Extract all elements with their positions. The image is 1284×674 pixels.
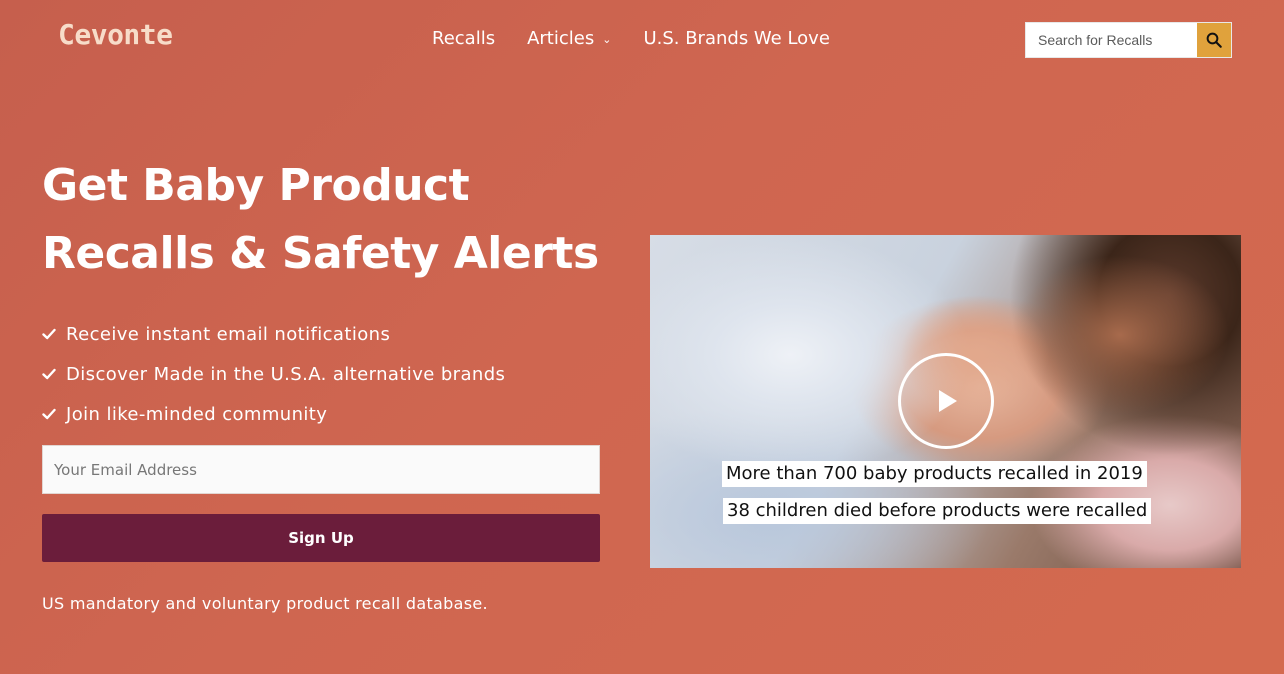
- tagline: US mandatory and voluntary product recal…: [42, 594, 488, 613]
- site-logo[interactable]: Cevonte: [58, 18, 173, 51]
- search-form: [1025, 22, 1232, 58]
- promo-video[interactable]: More than 700 baby products recalled in …: [650, 235, 1241, 568]
- check-icon: [42, 328, 56, 340]
- search-input[interactable]: [1026, 23, 1197, 57]
- benefit-text: Join like-minded community: [66, 403, 328, 425]
- nav-label: U.S. Brands We Love: [643, 28, 830, 49]
- search-icon: [1206, 32, 1222, 48]
- benefit-text: Discover Made in the U.S.A. alternative …: [66, 363, 506, 385]
- hero-title: Get Baby Product Recalls & Safety Alerts: [42, 152, 622, 288]
- benefit-text: Receive instant email notifications: [66, 323, 391, 345]
- hero-title-line2: Recalls & Safety Alerts: [42, 228, 599, 279]
- play-button[interactable]: [898, 353, 994, 449]
- video-caption-2: 38 children died before products were re…: [723, 498, 1152, 524]
- main-nav: Recalls Articles ⌄ U.S. Brands We Love: [432, 28, 830, 49]
- benefit-item: Discover Made in the U.S.A. alternative …: [42, 354, 505, 394]
- nav-label: Articles: [527, 28, 595, 49]
- video-caption-1: More than 700 baby products recalled in …: [722, 461, 1147, 487]
- video-thumbnail-detail: [1010, 255, 1230, 415]
- nav-item-recalls[interactable]: Recalls: [432, 28, 495, 49]
- email-field[interactable]: [42, 445, 600, 494]
- hero-title-line1: Get Baby Product: [42, 160, 470, 211]
- nav-label: Recalls: [432, 28, 496, 49]
- nav-item-articles[interactable]: Articles ⌄: [527, 28, 611, 49]
- search-button[interactable]: [1197, 23, 1231, 57]
- nav-item-us-brands[interactable]: U.S. Brands We Love: [643, 28, 829, 49]
- chevron-down-icon: ⌄: [602, 33, 612, 46]
- benefit-item: Receive instant email notifications: [42, 314, 505, 354]
- play-icon: [939, 390, 957, 412]
- check-icon: [42, 408, 56, 420]
- check-icon: [42, 368, 56, 380]
- benefits-list: Receive instant email notifications Disc…: [42, 314, 505, 434]
- benefit-item: Join like-minded community: [42, 394, 505, 434]
- sign-up-button[interactable]: Sign Up: [42, 514, 600, 562]
